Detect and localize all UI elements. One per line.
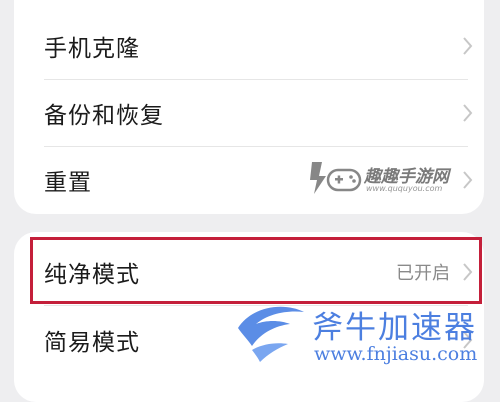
gamepad-logo-icon: [310, 162, 362, 194]
watermark-fnjiasu-name: 斧牛加速器: [312, 310, 477, 346]
backup-restore-item[interactable]: 备份和恢复: [14, 80, 484, 146]
chevron-right-icon: [463, 171, 473, 189]
pure-mode-label: 纯净模式: [44, 262, 140, 288]
pure-mode-status: 已开启: [396, 263, 450, 284]
simple-mode-label: 简易模式: [44, 330, 140, 356]
phone-clone-label: 手机克隆: [44, 36, 140, 62]
phone-clone-item[interactable]: 手机克隆: [14, 13, 484, 79]
bird-logo-icon: [238, 306, 304, 362]
reset-label: 重置: [44, 170, 92, 196]
pure-mode-item[interactable]: 纯净模式 已开启: [14, 239, 484, 305]
chevron-right-icon: [463, 104, 473, 122]
watermark-ququyou-url: www.ququyou.com: [366, 184, 443, 193]
watermark-fnjiasu-url: www.fnjiasu.com: [314, 343, 478, 365]
backup-restore-label: 备份和恢复: [44, 103, 164, 129]
chevron-right-icon: [463, 37, 473, 55]
watermark-ququyou: 趣趣手游网 www.ququyou.com: [306, 158, 456, 202]
watermark-fnjiasu: 斧牛加速器 www.fnjiasu.com: [232, 300, 500, 376]
chevron-right-icon: [463, 263, 473, 281]
